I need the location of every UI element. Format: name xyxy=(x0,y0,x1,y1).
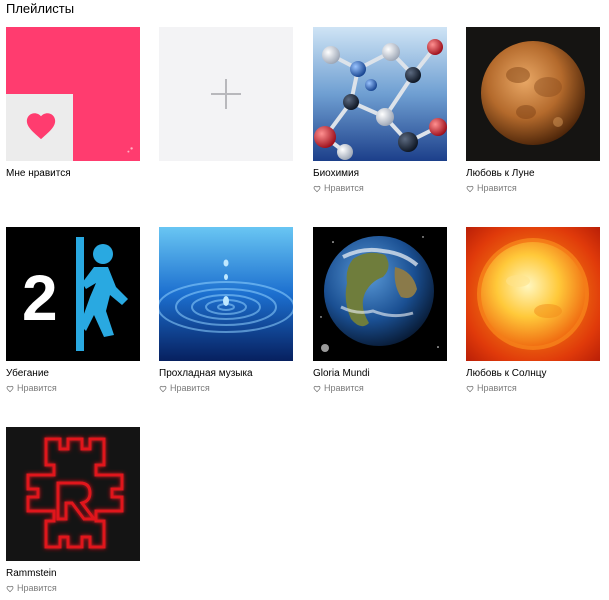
playlist-cover[interactable] xyxy=(313,227,447,361)
like-button[interactable]: Нравится xyxy=(313,383,447,394)
sparkle-icon xyxy=(127,147,133,153)
like-button[interactable]: Нравится xyxy=(466,183,600,194)
moon-cover-image xyxy=(466,27,600,161)
playlist-card-moon[interactable]: Любовь к Луне Нравится xyxy=(466,27,600,194)
plus-icon xyxy=(211,79,241,109)
svg-text:2: 2 xyxy=(22,262,58,334)
like-label: Нравится xyxy=(170,383,210,393)
like-label: Нравится xyxy=(17,583,57,593)
like-button[interactable]: Нравится xyxy=(6,383,140,394)
heart-outline-icon xyxy=(6,385,14,393)
like-button[interactable]: Нравится xyxy=(159,383,293,394)
playlist-card-rammstein[interactable]: Rammstein Нравится xyxy=(6,427,140,594)
playlist-title[interactable]: Прохладная музыка xyxy=(159,368,293,380)
playlist-card-cool[interactable]: Прохладная музыка Нравится xyxy=(159,227,293,394)
rammstein-logo-cover-image xyxy=(6,427,140,561)
playlist-card-biochem[interactable]: Биохимия Нравится xyxy=(313,27,447,194)
heart-outline-icon xyxy=(313,185,321,193)
portal-cover-image: 2 xyxy=(6,227,140,361)
heart-outline-icon xyxy=(6,585,14,593)
playlist-cover[interactable] xyxy=(6,427,140,561)
heart-icon xyxy=(26,113,56,140)
heart-outline-icon xyxy=(466,385,474,393)
like-label: Нравится xyxy=(17,383,57,393)
like-label: Нравится xyxy=(477,183,517,193)
playlist-cover[interactable] xyxy=(466,227,600,361)
earth-cover-image xyxy=(313,227,447,361)
playlist-cover[interactable] xyxy=(313,27,447,161)
playlist-title[interactable]: Rammstein xyxy=(6,568,140,580)
water-drop-cover-image xyxy=(159,227,293,361)
create-playlist-button[interactable] xyxy=(159,27,293,161)
like-label: Нравится xyxy=(324,383,364,393)
playlist-title[interactable]: Gloria Mundi xyxy=(313,368,447,380)
playlist-cover[interactable] xyxy=(159,227,293,361)
playlist-title[interactable]: Любовь к Луне xyxy=(466,168,600,180)
playlist-card-sun[interactable]: Любовь к Солнцу Нравится xyxy=(466,227,600,394)
like-label: Нравится xyxy=(324,183,364,193)
molecule-cover-image xyxy=(313,27,447,161)
playlist-title[interactable]: Мне нравится xyxy=(6,168,140,180)
playlist-title[interactable]: Биохимия xyxy=(313,168,447,180)
heart-outline-icon xyxy=(313,385,321,393)
playlist-title[interactable]: Убегание xyxy=(6,368,140,380)
heart-outline-icon xyxy=(466,185,474,193)
sun-cover-image xyxy=(466,227,600,361)
playlist-grid: Мне нравится Биохимия Нравится Любовь к … xyxy=(0,0,609,600)
playlist-cover-liked[interactable] xyxy=(6,27,140,161)
playlist-cover[interactable]: 2 xyxy=(6,227,140,361)
playlist-card-escape[interactable]: 2 Убегание Нравится xyxy=(6,227,140,394)
heart-outline-icon xyxy=(159,385,167,393)
playlist-cover[interactable] xyxy=(466,27,600,161)
playlist-card-liked[interactable]: Мне нравится xyxy=(6,27,140,180)
playlist-card-gloria[interactable]: Gloria Mundi Нравится xyxy=(313,227,447,394)
create-playlist-card[interactable] xyxy=(159,27,293,161)
playlist-title[interactable]: Любовь к Солнцу xyxy=(466,368,600,380)
like-button[interactable]: Нравится xyxy=(466,383,600,394)
like-label: Нравится xyxy=(477,383,517,393)
like-button[interactable]: Нравится xyxy=(313,183,447,194)
like-button[interactable]: Нравится xyxy=(6,583,140,594)
